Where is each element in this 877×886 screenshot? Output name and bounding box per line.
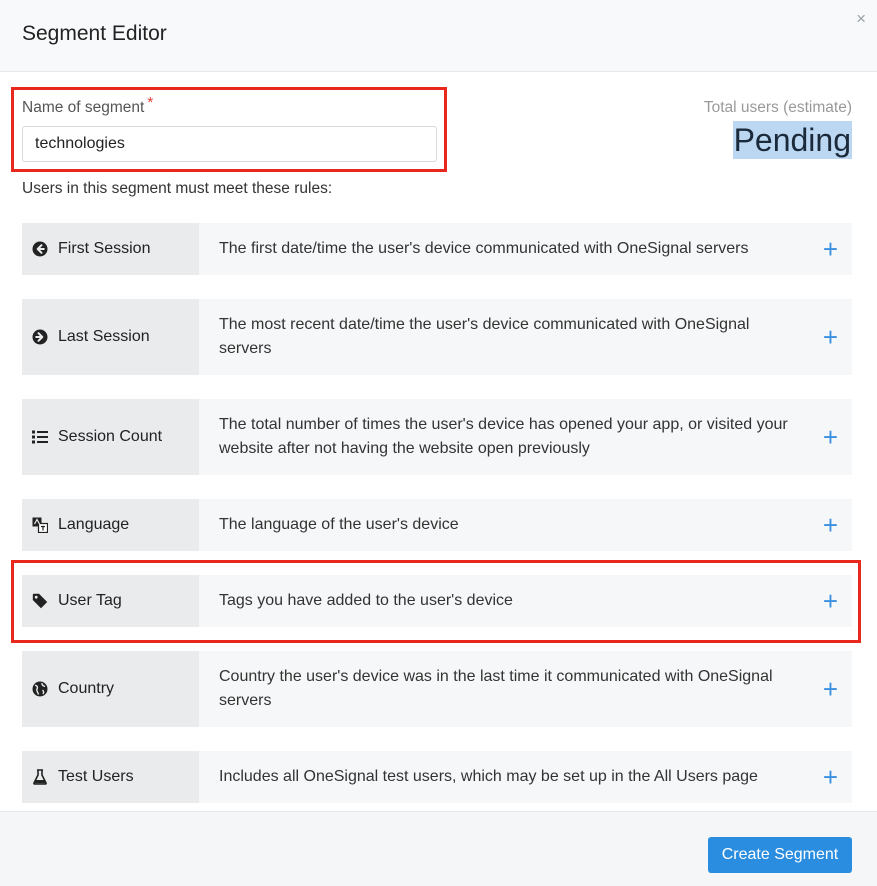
required-marker: * [147,94,154,111]
rule-name-cell: Session Count [22,399,199,475]
rule-description: The most recent date/time the user's dev… [219,316,750,357]
rule-description-cell: Tags you have added to the user's device… [199,575,852,627]
globe-icon [32,681,48,697]
segment-name-label: Name of segment * [22,94,153,117]
rule-description-cell: Country the user's device was in the las… [199,651,852,727]
rule-description: Includes all OneSignal test users, which… [219,768,758,785]
add-rule-test-users-button[interactable]: + [823,764,838,790]
rule-description: The first date/time the user's device co… [219,240,749,257]
rule-description-cell: The most recent date/time the user's dev… [199,299,852,375]
rule-language[interactable]: Language The language of the user's devi… [22,499,852,551]
rule-description-cell: The language of the user's device + [199,499,852,551]
tag-icon [32,593,48,609]
total-users-value: Pending [732,121,852,159]
rule-name-cell: User Tag [22,575,199,627]
arrow-circle-right-icon [32,329,48,345]
rule-name-cell: Language [22,499,199,551]
add-rule-session-count-button[interactable]: + [823,424,838,450]
rule-test-users[interactable]: Test Users Includes all OneSignal test u… [22,751,852,803]
rule-name: Test Users [58,768,134,785]
rule-name: Session Count [58,428,163,445]
add-rule-first-session-button[interactable]: + [823,236,838,262]
rule-name-cell: Test Users [22,751,199,803]
rule-description-cell: The total number of times the user's dev… [199,399,852,475]
add-rule-last-session-button[interactable]: + [823,324,838,350]
modal-footer: Create Segment [0,811,877,886]
list-icon [32,429,48,445]
arrow-circle-left-icon [32,241,48,257]
rule-name-cell: Last Session [22,299,199,375]
rule-name-cell: First Session [22,223,199,275]
segment-name-input[interactable] [22,126,437,162]
language-icon [32,517,48,533]
add-rule-user-tag-button[interactable]: + [823,588,838,614]
close-icon[interactable]: × [856,9,866,29]
rules-intro: Users in this segment must meet these ru… [22,180,333,197]
rule-description: Tags you have added to the user's device [219,592,513,609]
rule-user-tag[interactable]: User Tag Tags you have added to the user… [22,575,852,627]
rule-description-cell: Includes all OneSignal test users, which… [199,751,852,803]
rule-description: The total number of times the user's dev… [219,416,788,457]
add-rule-country-button[interactable]: + [823,676,838,702]
rule-description-cell: The first date/time the user's device co… [199,223,852,275]
rule-first-session[interactable]: First Session The first date/time the us… [22,223,852,275]
rule-name: Language [58,516,130,533]
segment-editor-modal: Segment Editor × Name of segment* Total … [0,0,877,886]
modal-header: Segment Editor × [0,0,877,72]
segment-name-label-text: Name of segment [22,99,145,116]
total-users-label: Total users (estimate) [703,99,852,116]
modal-title: Segment Editor [22,22,167,45]
rule-name-cell: Country [22,651,199,727]
create-segment-button[interactable]: Create Segment [708,837,852,873]
rule-name: Last Session [58,328,150,345]
rule-session-count[interactable]: Session Count The total number of times … [22,399,852,475]
rule-name: User Tag [58,592,122,609]
rule-name: First Session [58,240,151,257]
rule-description: The language of the user's device [219,516,459,533]
add-rule-language-button[interactable]: + [823,512,838,538]
rule-description: Country the user's device was in the las… [219,668,773,709]
rule-country[interactable]: Country Country the user's device was in… [22,651,852,727]
rule-name: Country [58,680,115,697]
flask-icon [32,769,48,785]
rule-last-session[interactable]: Last Session The most recent date/time t… [22,299,852,375]
